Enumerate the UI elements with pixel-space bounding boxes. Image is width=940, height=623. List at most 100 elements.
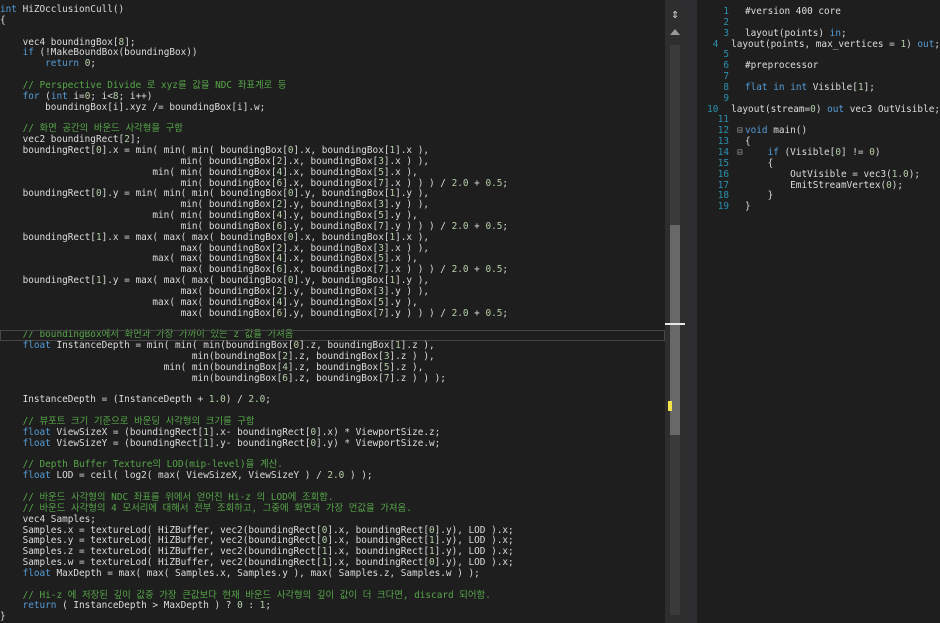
fold-toggle-icon [735, 61, 745, 72]
code-token: ].y = min( min( min( boundingBox[ [101, 188, 288, 200]
line-number: 13 [717, 136, 729, 148]
code-token: ].x ), [383, 253, 418, 265]
code-line[interactable]: } [0, 611, 665, 623]
code-token: min( min(boundingBox[ [0, 361, 283, 373]
code-token: Samples.y = textureLod( HiZBuffer, vec2(… [0, 535, 322, 547]
code-token: ); [908, 168, 920, 180]
code-token: ].y), LOD ).x; [434, 557, 514, 569]
code-token: max( boundingBox[ [0, 285, 277, 297]
code-token: InstanceDepth = min( min( min(boundingBo… [50, 340, 294, 352]
code-token: 0.5 [485, 177, 503, 189]
code-token: vec4 boundingBox[ [0, 36, 119, 48]
code-token: ; i< [90, 90, 113, 102]
code-token: ) [906, 38, 918, 50]
line-number: 7 [723, 71, 729, 83]
fold-toggle-icon[interactable]: ⊟ [735, 147, 745, 159]
line-number: 8 [723, 81, 729, 93]
code-text: } [745, 201, 940, 213]
code-token: vec3 OutVisible; [844, 103, 940, 115]
code-line[interactable]: 19} [697, 201, 940, 213]
code-token: ].y- boundingRect[ [208, 437, 311, 449]
code-line[interactable]: 6 #preprocessor [697, 60, 940, 72]
code-token: ].x, boundingRect[ [327, 557, 429, 569]
line-number: 5 [723, 49, 729, 61]
code-line[interactable]: 18 } [697, 190, 940, 202]
code-line[interactable]: { [0, 15, 665, 27]
code-text: #version 400 core [745, 6, 940, 18]
code-line[interactable]: float LOD = ceil( log2( max( ViewSizeX, … [0, 470, 665, 482]
code-token: MaxDepth = max( max( Samples.x, Samples.… [50, 567, 480, 579]
left-vertical-scrollbar[interactable]: ⇕ [665, 5, 685, 623]
code-token: min(boundingBox[ [0, 372, 283, 384]
code-token: ].y, boundingBox[ [293, 275, 390, 287]
code-line[interactable]: 14 ⊟ if (Visible[0] != 0) [697, 146, 940, 159]
code-token: ViewSizeY = (boundingRect[ [50, 437, 204, 449]
code-token: ) ); [344, 470, 373, 482]
right-code-area[interactable]: 1 #version 400 core 2 3 layout(points) in; 4 l… [697, 6, 940, 213]
code-token: OutVisible = vec3( [745, 168, 892, 180]
code-token: max( max( boundingBox[ [0, 253, 277, 265]
code-token: + [468, 220, 486, 232]
code-token: min( boundingBox[ [0, 155, 277, 167]
code-line[interactable]: boundingBox[i].xyz /= boundingBox[i].w; [0, 102, 665, 114]
fold-toggle-icon[interactable]: ⊟ [735, 125, 745, 137]
code-line[interactable]: return 0; [0, 58, 665, 70]
code-token: if [767, 146, 779, 158]
code-token: ].z, boundingBox[ [287, 361, 384, 373]
code-token: layout(points) [745, 27, 830, 39]
code-line[interactable]: // 바운드 사각형의 4 모서리에 대해서 전부 조회하고, 그중에 화면과 … [0, 503, 665, 515]
code-token: // boundingBox에서 화면과 가장 가까이 있는 z 값을 가져옴 [0, 329, 294, 341]
fold-toggle-icon [735, 191, 745, 202]
scroll-up-icon[interactable] [670, 29, 680, 35]
code-line[interactable]: int HiZOcclusionCull() [0, 4, 665, 16]
code-line[interactable]: min(boundingBox[6].z, boundingBox[7].z )… [0, 372, 665, 385]
split-icon[interactable]: ⇕ [667, 7, 683, 23]
code-token: 2.0 [248, 394, 266, 406]
code-line[interactable]: if (!MakeBoundBox(boundingBox)) [0, 47, 665, 59]
code-line[interactable]: return ( InstanceDepth > MaxDepth ) ? 0 … [0, 600, 665, 612]
code-line[interactable]: 1 #version 400 core [697, 6, 940, 18]
code-token: float [22, 567, 51, 579]
code-line[interactable]: 10 layout(stream=0) out vec3 OutVisible; [697, 103, 940, 116]
code-token: ].y ), [383, 210, 418, 222]
right-editor-pane[interactable]: 1 #version 400 core 2 3 layout(points) in; 4 l… [697, 0, 940, 623]
code-token: ].z ) ), [389, 351, 435, 362]
line-number: 4 [712, 38, 719, 50]
code-token: ].x, boundingRect[ [327, 546, 429, 558]
left-editor-pane[interactable]: int HiZOcclusionCull(){ vec4 boundingBox… [0, 0, 665, 623]
code-token: ]; [863, 81, 875, 93]
code-line[interactable]: 5 [697, 50, 940, 61]
code-token: float [22, 437, 51, 449]
code-token: min( boundingBox[ [0, 177, 277, 189]
code-line[interactable]: 11 [697, 115, 940, 126]
code-line[interactable]: 4 layout(points, max_vertices = 1) out; [697, 38, 940, 51]
code-line[interactable]: 8 flat in int Visible[1]; [697, 81, 940, 94]
left-code-area[interactable]: int HiZOcclusionCull(){ vec4 boundingBox… [0, 4, 665, 623]
editor-splitter[interactable] [685, 0, 697, 623]
code-token: 2.0 [451, 264, 469, 276]
line-number: 1 [723, 6, 729, 17]
code-line[interactable]: 12 ⊟ void main() [697, 125, 940, 137]
code-token: void [745, 125, 768, 137]
code-token: ].x, boundingBox[ [293, 231, 390, 243]
code-token: ].x, boundingBox[ [282, 155, 379, 167]
fold-toggle-icon [735, 202, 745, 213]
line-number: 16 [717, 168, 729, 180]
code-line[interactable]: float MaxDepth = max( max( Samples.x, Sa… [0, 567, 665, 580]
code-token: ]; [124, 36, 136, 48]
line-number: 15 [717, 157, 729, 169]
code-token: 0.5 [485, 264, 503, 276]
code-line[interactable]: float ViewSizeY = (boundingRect[1].y- bo… [0, 437, 665, 450]
code-token: ].z, boundingBox[ [287, 372, 384, 384]
code-token: // Hi-z 에 저장된 깊이 값중 가장 큰값보다 현재 바운드 사각형의 … [0, 589, 491, 601]
code-line[interactable]: max( boundingBox[6].y, boundingBox[7].y … [0, 307, 665, 320]
code-line[interactable]: 17 EmitStreamVertex(0); [697, 180, 940, 192]
code-line[interactable]: InstanceDepth = (InstanceDepth + 1.0) / … [0, 394, 665, 406]
code-token: ].x = max( max( max( boundingBox[ [101, 231, 288, 243]
fold-toggle-icon [735, 159, 745, 170]
code-text: void main() [745, 125, 940, 137]
code-token: ].x, boundingBox[ [282, 253, 379, 265]
code-token: 0.5 [485, 307, 503, 319]
